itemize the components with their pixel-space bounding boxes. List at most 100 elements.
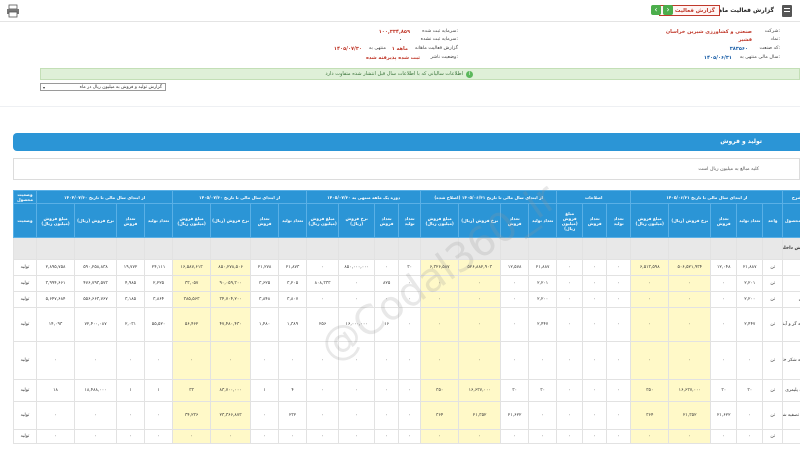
section-header: تولید و فروش <box>13 133 800 151</box>
table-cell: ۱۶,۶۳۷,۰۰۰ <box>668 379 712 402</box>
product-name: ملاس <box>782 291 800 308</box>
table-cell: ۰ <box>306 291 340 308</box>
table-cell: ۴۷,۴۸۰,۴۳۰ <box>210 307 252 342</box>
next-report-button[interactable]: › <box>663 5 673 15</box>
product-name: شکر تصفیه شده <box>782 401 800 430</box>
table-cell: ۰ <box>556 341 584 380</box>
table-cell: ۱,۴۸۰ <box>250 307 280 342</box>
table-cell: ۰ <box>606 259 632 276</box>
table-cell: ۲۵۶ <box>306 307 340 342</box>
table-column-header: تعداد تولید <box>398 203 422 238</box>
table-column-header: تعداد فروش <box>250 203 280 238</box>
table-column-header: تعداد فروش <box>374 203 400 238</box>
table-cell: ۳۵۰ <box>630 379 670 402</box>
table-row: کیسه پلیمریتن۳۰۳۰۱۶,۶۳۷,۰۰۰۳۵۰۰۰۰۳۰۳۰۱۶,… <box>13 379 800 402</box>
table-cell: ۰ <box>278 429 308 444</box>
table-group-header: اصلاحات <box>556 190 632 204</box>
table-cell: ۰ <box>606 379 632 402</box>
table-cell: ۰ <box>338 291 376 308</box>
table-column-header: تعداد تولید <box>606 203 632 238</box>
table-cell: ۴,۹۸۵ <box>116 275 146 292</box>
report-label: گزارش فعالیت ماهانه <box>414 46 458 51</box>
table-cell: ۰ <box>710 307 738 342</box>
table-cell: ۰ <box>668 291 712 308</box>
table-cell: ۰ <box>338 275 376 292</box>
table-cell: ۰ <box>556 291 584 308</box>
data-table: شرحاز ابتدای سال مالی تا تاریخ ۱۴۰۵/۰۶/۳… <box>13 190 800 444</box>
table-column-header: مبلغ فروش (میلیون ریال) <box>35 203 76 238</box>
table-cell: ۱۸ <box>35 379 76 402</box>
table-group-header: دوره یک ماهه منتهی به ۱۴۰۵/۰۷/۳۰ <box>306 190 422 204</box>
table-cell: ۳۶۴ <box>630 401 670 430</box>
table-cell: ۰ <box>582 291 608 308</box>
table-column-header: تعداد تولید <box>736 203 764 238</box>
table-cell: ۰ <box>710 429 738 444</box>
table-cell: ۱ <box>250 379 280 402</box>
table-cell: تن <box>762 275 784 292</box>
table-cell: ۳,۸۴۸ <box>250 291 280 308</box>
table-cell: تولید <box>13 379 37 402</box>
table-cell: ۰ <box>116 401 146 430</box>
divider <box>0 106 800 107</box>
table-cell: ۰ <box>210 341 252 380</box>
table-cell: ۰ <box>74 429 118 444</box>
table-cell <box>306 237 340 260</box>
table-cell: ۰ <box>630 291 670 308</box>
table-cell: ۳,۶۲۵ <box>250 275 280 292</box>
chevron-down-icon: ▾ <box>43 85 46 90</box>
table-cell: ۲,۸۹۵,۷۵۸ <box>35 259 76 276</box>
table-group-header: از ابتدای سال مالی تا تاریخ ۱۴۰۵/۰۷/۳۰ <box>172 190 308 204</box>
table-cell: ۲,۲۰۰ <box>528 291 558 308</box>
table-cell: ۰ <box>144 401 174 430</box>
table-cell: ۰ <box>556 401 584 430</box>
table-cell: ۲۳۲ <box>278 401 308 430</box>
previous-report-button[interactable]: ‹ <box>651 5 661 15</box>
table-cell: ۰ <box>338 341 376 380</box>
table-cell: ۳,۱۸۵ <box>116 291 146 308</box>
table-cell: ۰ <box>250 429 280 444</box>
table-cell: ۰ <box>306 341 340 380</box>
table-cell: ۳۶۴ <box>420 401 460 430</box>
printer-icon[interactable] <box>6 4 20 18</box>
table-cell: ۰ <box>458 275 502 292</box>
top-bar: گزارش فعالیت ماهانه گزارش فعالیت ماه › ‹ <box>0 0 800 22</box>
table-cell: ۰ <box>710 275 738 292</box>
table-cell <box>398 237 422 260</box>
table-cell: ۰ <box>668 341 712 380</box>
table-cell: ۰ <box>398 429 422 444</box>
table-cell: ۱۲,۰۴۸ <box>710 259 738 276</box>
table-cell: تن <box>762 291 784 308</box>
table-column-header: نام محصول <box>782 203 800 238</box>
unreg-capital-label: سرمایه ثبت نشده: <box>420 37 458 42</box>
table-group-header: از ابتدای سال مالی تا تاریخ ۱۴۰۵/۰۶/۳۱ <box>630 190 784 204</box>
table-cell: ۰ <box>338 429 376 444</box>
table-cell: ۲۳,۳۶۶,۸۷۳ <box>210 401 252 430</box>
production-sales-table: شرحاز ابتدای سال مالی تا تاریخ ۱۴۰۵/۰۶/۳… <box>13 190 800 450</box>
table-cell: ۰ <box>338 379 376 402</box>
table-cell: ۱۶,۶۳۷,۰۰۰ <box>458 379 502 402</box>
table-cell: ۰ <box>582 275 608 292</box>
table-column-header: نرخ فروش (ریال) <box>74 203 118 238</box>
table-cell: ۰ <box>420 307 460 342</box>
product-name: کلوخه گز و آبنبات <box>782 307 800 342</box>
table-cell: ۰ <box>420 341 460 380</box>
table-cell: ۲,۲۰۰ <box>736 291 764 308</box>
table-cell: ۰ <box>582 429 608 444</box>
table-cell <box>172 237 212 260</box>
table-cell: ۰ <box>398 291 422 308</box>
report-type-select[interactable]: گزارش تولید و فروش به میلیون ریال در ماه… <box>40 83 166 91</box>
table-cell: ۰ <box>710 341 738 380</box>
table-cell: ۱۶,۵۸۷,۶۱۳ <box>172 259 212 276</box>
product-name: کیسه پلیمری <box>782 379 800 402</box>
table-cell: ۰ <box>116 429 146 444</box>
table-cell: ۳۴,۲۳۶ <box>172 401 212 430</box>
table-column-header: مبلغ فروش (میلیون ریال) <box>306 203 340 238</box>
table-cell: ۰ <box>35 429 76 444</box>
table-cell: ۲۱,۳۵۲ <box>668 401 712 430</box>
table-cell: ۰ <box>458 291 502 308</box>
table-column-header: واحد <box>762 203 784 238</box>
table-cell: ۰ <box>74 401 118 430</box>
table-cell: ۴ <box>278 379 308 402</box>
code-value: ۳۸۳۵۶۰ <box>729 46 748 52</box>
table-cell: ۰ <box>630 275 670 292</box>
